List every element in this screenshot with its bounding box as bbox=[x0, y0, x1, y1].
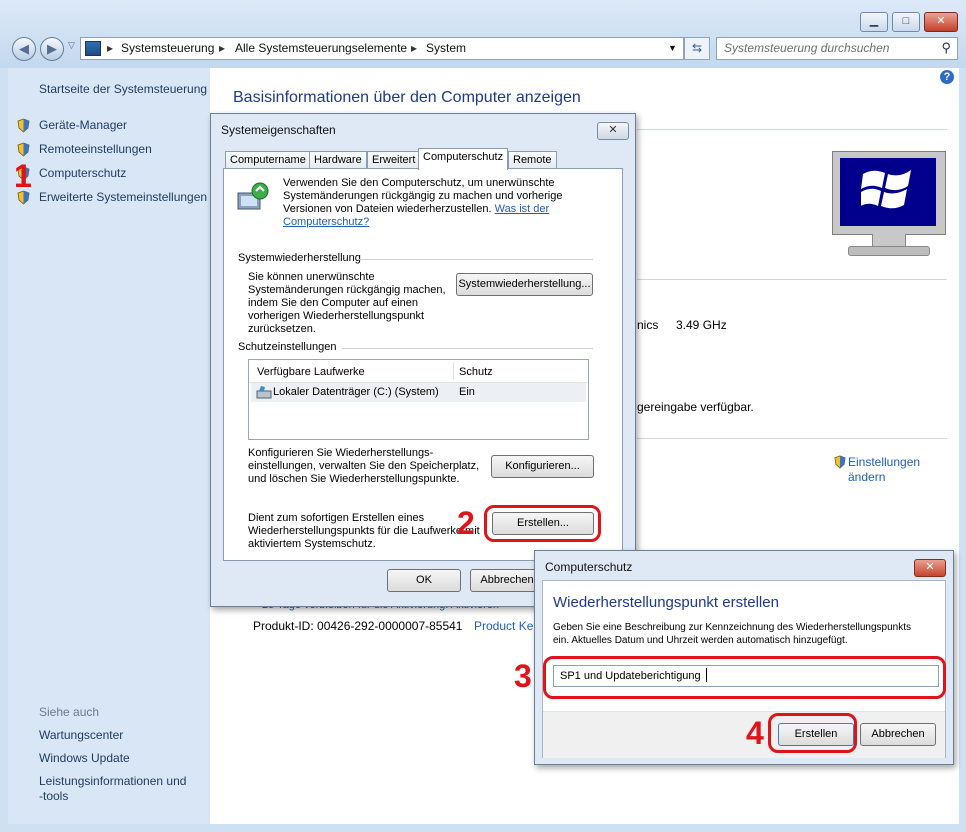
refresh-icon[interactable]: ⇆ bbox=[684, 37, 710, 60]
breadcrumb-system[interactable]: System bbox=[426, 41, 466, 55]
sidebar-home-link[interactable]: Startseite der Systemsteuerung bbox=[39, 82, 207, 96]
see-also-header: Siehe auch bbox=[39, 705, 100, 719]
back-button[interactable]: ◀ bbox=[12, 37, 36, 61]
uac-shield-icon bbox=[834, 455, 846, 469]
dialog-title: Computerschutz bbox=[545, 560, 633, 574]
minimize-button[interactable]: ▁ bbox=[860, 12, 888, 32]
search-icon[interactable]: ⚲ bbox=[941, 40, 951, 56]
control-panel-icon bbox=[85, 41, 101, 56]
tab-computername[interactable]: Computername bbox=[225, 151, 311, 169]
address-dropdown-icon[interactable]: ▼ bbox=[668, 43, 677, 53]
dialog-heading: Wiederherstellungspunkt erstellen bbox=[553, 594, 779, 611]
help-icon[interactable]: ? bbox=[940, 70, 954, 84]
tab-erweitert[interactable]: Erweitert bbox=[367, 151, 421, 169]
highlight-description-input bbox=[543, 656, 946, 699]
breadcrumb-alle-elemente[interactable]: Alle Systemsteuerungselemente bbox=[235, 41, 407, 55]
cancel-button[interactable]: Abbrechen bbox=[470, 569, 544, 592]
windows-monitor-logo bbox=[832, 151, 946, 235]
monitor-base bbox=[848, 246, 930, 256]
search-placeholder: Systemsteuerung durchsuchen bbox=[724, 41, 890, 55]
breadcrumb-systemsteuerung[interactable]: Systemsteuerung bbox=[121, 41, 214, 55]
sidebar: Startseite der Systemsteuerung Geräte-Ma… bbox=[8, 68, 210, 824]
change-settings-link-2[interactable]: ändern bbox=[848, 470, 885, 484]
table-row[interactable]: Lokaler Datenträger (C:) (System) Ein bbox=[251, 383, 586, 402]
step-marker-3: 3 bbox=[514, 658, 532, 694]
change-settings-link[interactable]: Einstellungen bbox=[848, 455, 920, 469]
configure-button[interactable]: Konfigurieren... bbox=[491, 455, 594, 478]
close-button[interactable]: ✕ bbox=[924, 12, 958, 32]
windows-flag-icon bbox=[861, 170, 911, 209]
search-input[interactable]: Systemsteuerung durchsuchen ⚲ bbox=[716, 37, 958, 60]
dialog-title: Systemeigenschaften bbox=[221, 123, 336, 137]
column-header-protection[interactable]: Schutz bbox=[459, 366, 493, 378]
protection-group-label: Schutzeinstellungen bbox=[238, 341, 337, 353]
highlight-erstellen-button bbox=[768, 713, 857, 753]
step-marker-4: 4 bbox=[746, 715, 764, 751]
cancel-button[interactable]: Abbrechen bbox=[860, 723, 936, 746]
uac-shield-icon bbox=[17, 118, 30, 133]
see-also-windows-update[interactable]: Windows Update bbox=[39, 751, 130, 765]
divider bbox=[637, 438, 947, 439]
product-key-link-fragment[interactable]: Product Ke bbox=[474, 619, 533, 633]
dialog-close-button[interactable]: ✕ bbox=[914, 559, 946, 577]
page-title: Basisinformationen über den Computer anz… bbox=[233, 89, 581, 106]
sidebar-item-computerschutz[interactable]: Computerschutz bbox=[39, 166, 126, 180]
restore-description: Sie können unerwünschte Systemänderungen… bbox=[248, 271, 446, 335]
what-is-protection-link-2[interactable]: Computerschutz? bbox=[283, 216, 603, 229]
tab-hardware[interactable]: Hardware bbox=[309, 151, 367, 169]
maximize-button[interactable]: □ bbox=[892, 12, 920, 32]
divider bbox=[637, 279, 947, 280]
pen-input-fragment: gereingabe verfügbar. bbox=[637, 400, 754, 414]
divider bbox=[637, 129, 947, 130]
drive-protection: Ein bbox=[459, 386, 475, 398]
restore-group-label: Systemwiederherstellung bbox=[238, 252, 361, 264]
configure-description: Konfigurieren Sie Wiederherstellungs- ei… bbox=[248, 447, 480, 485]
forward-button[interactable]: ▶ bbox=[40, 37, 64, 61]
step-marker-2: 2 bbox=[457, 505, 475, 541]
drives-list[interactable]: Verfügbare Laufwerke Schutz Lokaler Date… bbox=[248, 359, 589, 440]
monitor-stand bbox=[872, 234, 906, 246]
column-header-drives[interactable]: Verfügbare Laufwerke bbox=[257, 366, 365, 378]
recent-pages-icon[interactable]: ▽ bbox=[68, 40, 75, 51]
see-also-tools[interactable]: -tools bbox=[39, 789, 68, 803]
sidebar-item-erweiterte-systemeinstellungen[interactable]: Erweiterte Systemeinstellungen bbox=[39, 190, 207, 204]
group-divider bbox=[358, 259, 593, 260]
cpu-speed: 3.49 GHz bbox=[676, 318, 727, 332]
sidebar-item-remoteeinstellungen[interactable]: Remoteeinstellungen bbox=[39, 142, 152, 156]
uac-shield-icon bbox=[17, 142, 30, 157]
system-restore-button[interactable]: Systemwiederherstellung... bbox=[456, 273, 593, 296]
see-also-leistungsinformationen[interactable]: Leistungsinformationen und bbox=[39, 774, 186, 788]
tab-computerschutz[interactable]: Computerschutz bbox=[418, 148, 509, 170]
create-description: Dient zum sofortigen Erstellen eines Wie… bbox=[248, 512, 480, 550]
tab-remote[interactable]: Remote bbox=[508, 151, 557, 169]
cpu-label-fragment: nics bbox=[637, 318, 659, 332]
highlight-create-button bbox=[484, 505, 601, 542]
group-divider bbox=[342, 348, 593, 349]
dialog-close-button[interactable]: ✕ bbox=[597, 122, 629, 140]
step-marker-1: 1 bbox=[14, 158, 32, 194]
intro-text: Verwenden Sie den Computerschutz, um une… bbox=[283, 177, 603, 229]
drive-name: Lokaler Datenträger (C:) (System) bbox=[273, 386, 439, 398]
ok-button[interactable]: OK bbox=[387, 569, 461, 592]
system-protection-icon bbox=[237, 182, 269, 210]
sidebar-item-geraete-manager[interactable]: Geräte-Manager bbox=[39, 118, 127, 132]
drive-icon bbox=[256, 386, 272, 399]
dialog-description: Geben Sie eine Beschreibung zur Kennzeic… bbox=[553, 622, 912, 646]
address-bar[interactable]: ▸ Systemsteuerung ▸ Alle Systemsteuerung… bbox=[80, 37, 684, 60]
see-also-wartungscenter[interactable]: Wartungscenter bbox=[39, 728, 123, 742]
product-id: Produkt-ID: 00426-292-0000007-85541 bbox=[253, 619, 463, 633]
what-is-protection-link[interactable]: Was ist der bbox=[495, 203, 550, 215]
